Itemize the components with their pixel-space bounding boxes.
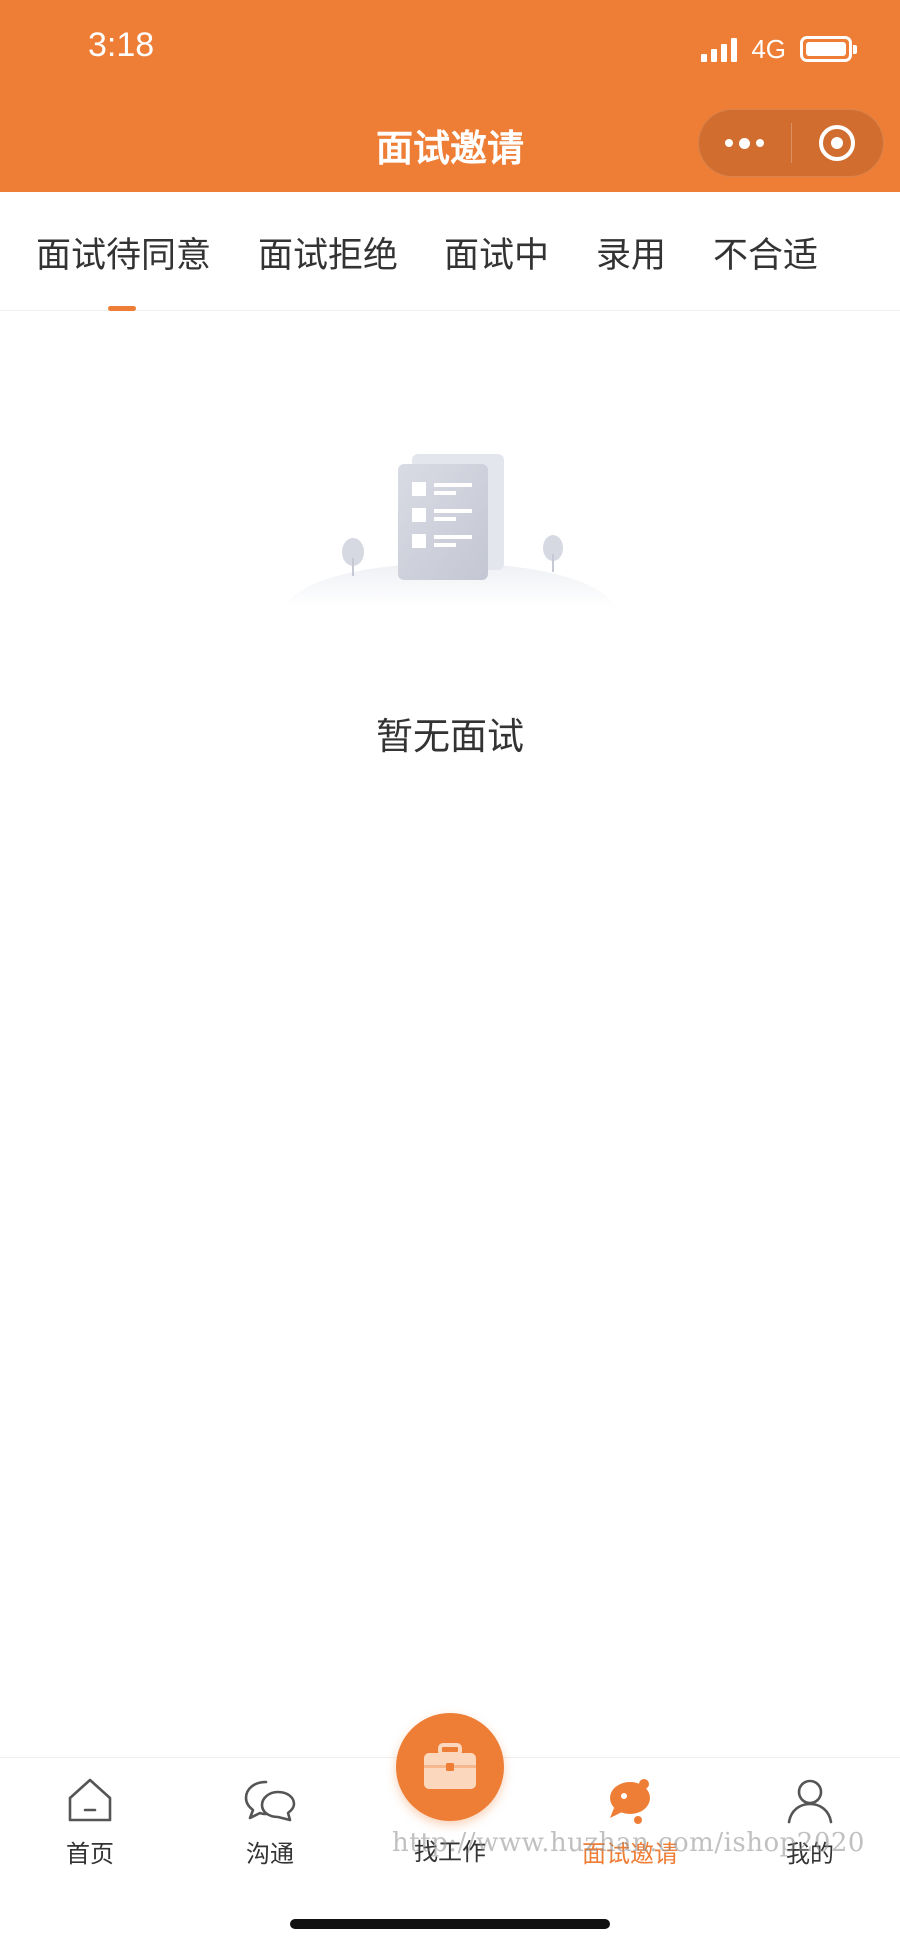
nav-interview[interactable]: 面试邀请 <box>540 1758 720 1888</box>
nav-chat[interactable]: 沟通 <box>180 1758 360 1888</box>
nav-home-label: 首页 <box>66 1840 114 1868</box>
interview-bell-icon <box>600 1772 660 1828</box>
tab-rejected[interactable]: 面试拒绝 <box>258 227 398 278</box>
status-time: 3:18 <box>88 26 155 64</box>
battery-icon <box>800 36 857 62</box>
home-icon <box>60 1772 120 1828</box>
empty-state-message: 暂无面试 <box>376 715 524 758</box>
more-dots-icon <box>725 137 765 149</box>
target-icon <box>819 125 856 161</box>
nav-chat-label: 沟通 <box>246 1840 294 1868</box>
nav-interview-label: 面试邀请 <box>582 1840 678 1868</box>
nav-profile[interactable]: 我的 <box>720 1758 900 1888</box>
tab-pending[interactable]: 面试待同意 <box>36 227 211 278</box>
more-button[interactable] <box>699 110 791 176</box>
nav-profile-label: 我的 <box>786 1840 834 1868</box>
nav-home[interactable]: 首页 <box>0 1758 180 1888</box>
interview-status-tabs: 面试待同意 面试拒绝 面试中 录用 不合适 <box>0 192 900 311</box>
tab-in-progress[interactable]: 面试中 <box>444 227 549 278</box>
tab-unsuitable[interactable]: 不合适 <box>713 227 818 278</box>
chat-bubbles-icon <box>240 1772 300 1828</box>
home-indicator[interactable] <box>290 1919 610 1929</box>
active-tab-indicator <box>108 306 136 311</box>
user-icon <box>780 1772 840 1828</box>
find-job-button[interactable] <box>396 1713 504 1821</box>
status-indicators: 4G <box>701 32 857 66</box>
empty-document-illustration <box>284 454 616 608</box>
signal-icon <box>701 36 738 62</box>
briefcase-icon <box>424 1743 476 1789</box>
miniapp-capsule <box>698 109 884 177</box>
close-miniapp-button[interactable] <box>792 110 884 176</box>
tab-hired[interactable]: 录用 <box>596 227 666 278</box>
find-job-label: 找工作 <box>414 1838 486 1866</box>
network-type: 4G <box>751 33 786 64</box>
header-bar: 3:18 4G 面试邀请 <box>0 0 900 192</box>
